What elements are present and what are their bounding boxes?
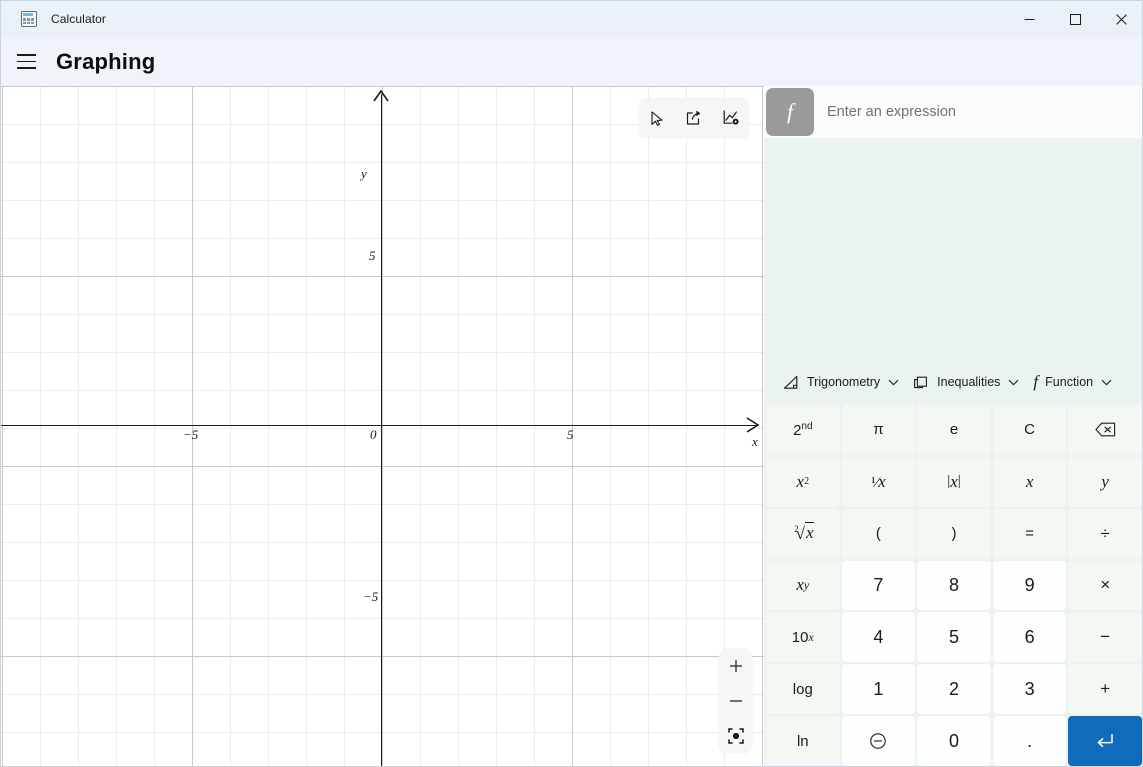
nine-key[interactable]: 9 bbox=[992, 560, 1067, 611]
five-key[interactable]: 5 bbox=[917, 612, 991, 663]
chevron-down-icon bbox=[888, 379, 899, 385]
x-axis-line bbox=[1, 425, 756, 426]
graph-options-button[interactable] bbox=[716, 103, 746, 133]
x-tick-5: 5 bbox=[567, 427, 574, 442]
four-key[interactable]: 4 bbox=[841, 612, 916, 663]
chevron-down-icon bbox=[1101, 379, 1112, 385]
decimal-key[interactable]: . bbox=[992, 716, 1067, 766]
three-key[interactable]: 3 bbox=[992, 664, 1067, 715]
subtract-key[interactable]: − bbox=[1068, 612, 1142, 663]
x-variable-key[interactable]: x bbox=[992, 456, 1067, 507]
zoom-controls bbox=[719, 649, 752, 753]
second-key[interactable]: 2nd bbox=[766, 405, 840, 455]
one-key[interactable]: 1 bbox=[841, 664, 916, 715]
x-squared-key[interactable]: x2 bbox=[766, 456, 840, 507]
trigonometry-dropdown[interactable]: Trigonometry bbox=[776, 365, 906, 399]
multiply-key[interactable]: × bbox=[1068, 560, 1142, 611]
minimize-icon bbox=[1024, 18, 1034, 20]
close-button[interactable] bbox=[1098, 1, 1142, 37]
eight-key[interactable]: 8 bbox=[917, 560, 991, 611]
backspace-icon bbox=[1095, 423, 1115, 437]
keypad: 2nd π e C x2 ¹⁄x | x | x y 2 √ x () = ÷… bbox=[764, 403, 1142, 766]
y-axis-arrow-icon bbox=[373, 89, 389, 102]
function-dropdown[interactable]: f Function bbox=[1026, 365, 1119, 399]
nth-root-key[interactable]: 2 √ x bbox=[766, 508, 840, 559]
zoom-out-button[interactable] bbox=[721, 686, 750, 716]
zoom-in-button[interactable] bbox=[721, 651, 750, 681]
chevron-down-icon bbox=[1009, 379, 1019, 385]
negate-key[interactable] bbox=[841, 716, 916, 766]
seven-key[interactable]: 7 bbox=[841, 560, 916, 611]
x-tick-minus5: −5 bbox=[183, 427, 199, 442]
x-axis-label: x bbox=[752, 434, 758, 449]
function-label: Function bbox=[1045, 375, 1094, 389]
reset-view-button[interactable] bbox=[721, 721, 750, 751]
divide-key[interactable]: ÷ bbox=[1068, 508, 1142, 559]
two-key[interactable]: 2 bbox=[917, 664, 991, 715]
absolute-value-key[interactable]: | x | bbox=[917, 456, 991, 507]
trigonometry-icon bbox=[783, 375, 798, 389]
pi-key[interactable]: π bbox=[841, 405, 916, 455]
app-title: Calculator bbox=[51, 12, 107, 26]
function-category-bar: Trigonometry Inequalities f Function bbox=[764, 361, 1142, 403]
graph-share-button[interactable] bbox=[679, 103, 709, 133]
minus-icon bbox=[729, 700, 742, 702]
plus-icon bbox=[729, 660, 742, 673]
enter-icon bbox=[1097, 734, 1113, 748]
expression-list-empty-area bbox=[764, 138, 1142, 361]
calculator-icon bbox=[21, 11, 37, 27]
graph-canvas[interactable]: x y −5 0 5 5 −5 bbox=[1, 86, 764, 766]
inequalities-dropdown[interactable]: Inequalities bbox=[906, 365, 1026, 399]
graph-pointer-tool[interactable] bbox=[642, 103, 672, 133]
maximize-icon bbox=[1069, 13, 1081, 25]
trigonometry-label: Trigonometry bbox=[807, 375, 881, 389]
open-paren-key[interactable]: ( bbox=[841, 508, 916, 559]
y-tick-5: 5 bbox=[369, 248, 376, 263]
ln-key[interactable]: ln bbox=[766, 716, 840, 766]
x-axis-arrow-icon bbox=[746, 417, 760, 433]
log-key[interactable]: log bbox=[766, 664, 840, 715]
page-title: Graphing bbox=[56, 48, 156, 74]
backspace-key[interactable] bbox=[1068, 405, 1142, 455]
reset-view-icon bbox=[727, 727, 744, 744]
title-bar: Calculator bbox=[1, 1, 1142, 37]
close-paren-key[interactable]: ) bbox=[917, 508, 991, 559]
graph-settings-icon bbox=[723, 110, 739, 126]
y-axis-label: y bbox=[361, 166, 367, 181]
expression-panel: f Trigonometry Inequali bbox=[764, 86, 1142, 766]
hamburger-icon[interactable] bbox=[6, 42, 46, 82]
x-tick-zero: 0 bbox=[370, 427, 377, 442]
six-key[interactable]: 6 bbox=[992, 612, 1067, 663]
app-header: Graphing bbox=[1, 37, 1142, 86]
inequalities-label: Inequalities bbox=[937, 375, 1001, 389]
inequalities-icon bbox=[914, 376, 928, 388]
expression-row[interactable]: f bbox=[764, 86, 1142, 138]
function-badge-icon: f bbox=[766, 88, 814, 136]
y-variable-key[interactable]: y bbox=[1068, 456, 1142, 507]
ten-to-x-key[interactable]: 10 x bbox=[766, 612, 840, 663]
y-axis-line bbox=[381, 94, 382, 766]
e-key[interactable]: e bbox=[917, 405, 991, 455]
calculator-window: Calculator Graphing x y −5 0 5 5 −5 f En… bbox=[0, 0, 1143, 767]
expression-input[interactable] bbox=[827, 104, 1142, 120]
negate-icon bbox=[870, 733, 887, 749]
x-to-y-key[interactable]: xy bbox=[766, 560, 840, 611]
y-tick-minus5: −5 bbox=[363, 589, 379, 604]
minimize-button[interactable] bbox=[1006, 1, 1052, 37]
reciprocal-key[interactable]: ¹⁄x bbox=[841, 456, 916, 507]
graph-toolbar bbox=[639, 98, 749, 138]
share-icon bbox=[686, 110, 701, 125]
maximize-button[interactable] bbox=[1052, 1, 1098, 37]
enter-key[interactable] bbox=[1068, 716, 1142, 766]
clear-key[interactable]: C bbox=[992, 405, 1067, 455]
add-key[interactable]: + bbox=[1068, 664, 1142, 715]
pointer-icon bbox=[651, 110, 663, 126]
grid-major-lines bbox=[1, 86, 764, 766]
equals-key[interactable]: = bbox=[992, 508, 1067, 559]
close-icon bbox=[1115, 13, 1127, 25]
function-icon: f bbox=[1033, 372, 1039, 391]
zero-key[interactable]: 0 bbox=[917, 716, 991, 766]
